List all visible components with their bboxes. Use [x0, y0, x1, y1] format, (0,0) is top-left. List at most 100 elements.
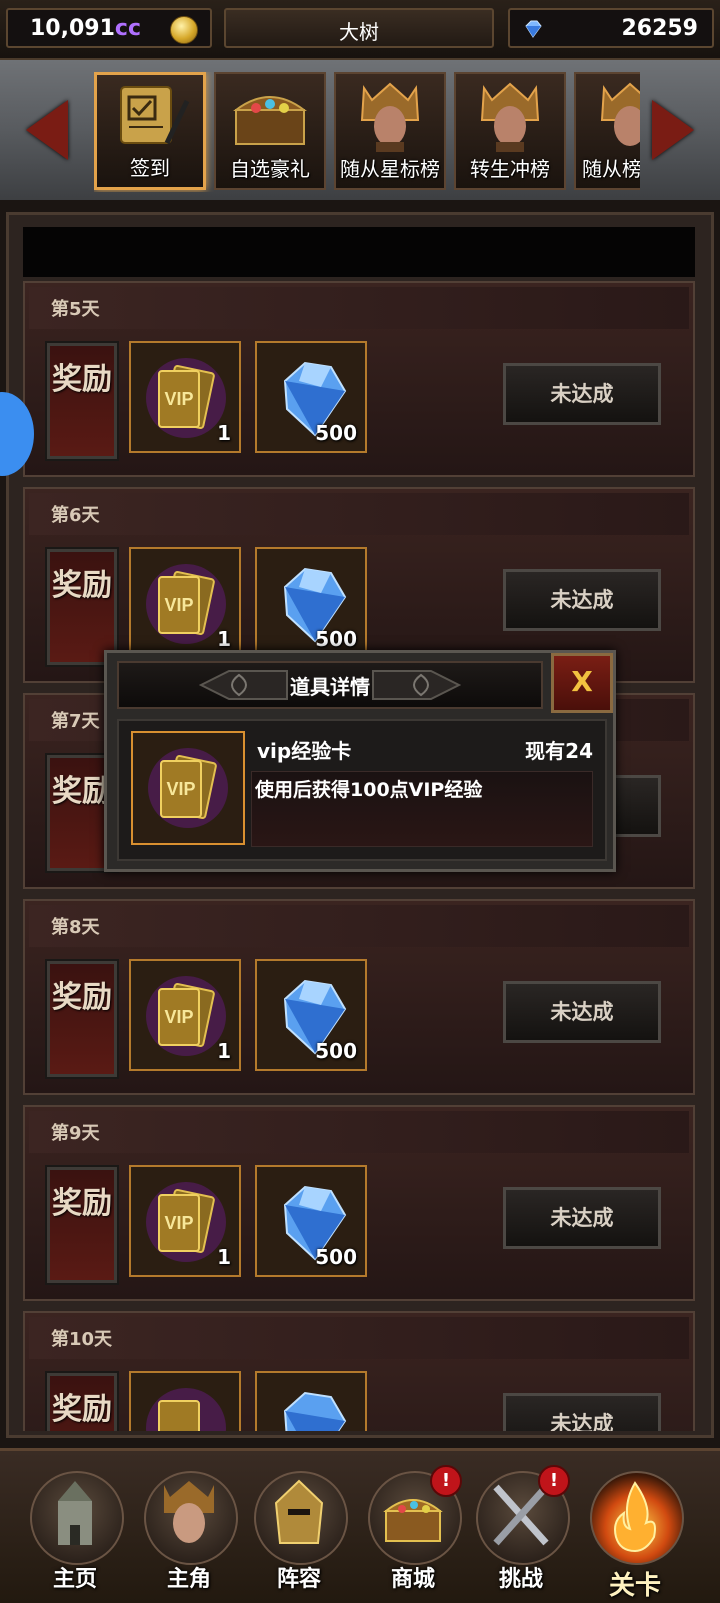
claim-status-button[interactable]: 未达成 — [503, 363, 661, 425]
list-item: 第5天 奖励 VIP 1 500 未达成 — [23, 281, 695, 477]
scroll-left-arrow-icon[interactable] — [26, 100, 68, 160]
hero-portrait-icon — [164, 1481, 214, 1543]
popup-title: 道具详情 — [290, 675, 370, 699]
claim-status-button[interactable]: 未达成 — [503, 1187, 661, 1249]
activity-tab-strip: 签到 自选豪礼 随从星标榜 转生冲榜 随从榜 — [0, 60, 720, 200]
tab-follower-rank[interactable]: 随从榜 — [574, 72, 640, 190]
svg-text:VIP: VIP — [164, 595, 193, 615]
svg-text:VIP: VIP — [164, 389, 193, 409]
alert-badge-icon: ! — [538, 1465, 570, 1497]
diamond-slot[interactable]: 500 — [255, 341, 367, 453]
reward-badge: 奖励 — [45, 547, 119, 667]
reward-badge: 奖励 — [45, 1165, 119, 1285]
warrior-portrait-icon — [360, 82, 420, 152]
nav-lineup[interactable]: 阵容 — [250, 1465, 348, 1595]
diamond-slot[interactable]: 500 — [255, 1165, 367, 1277]
reward-badge: 奖励 — [45, 959, 119, 1079]
nav-hero[interactable]: 主角 — [140, 1465, 238, 1595]
day-label: 第10天 — [51, 1329, 113, 1350]
item-count: 1 — [217, 1245, 231, 1269]
owned-count: 现有24 — [525, 739, 593, 763]
item-count: 500 — [315, 421, 357, 445]
claim-status-button[interactable]: 未达成 — [503, 1393, 661, 1431]
item-count: 1 — [217, 1039, 231, 1063]
activity-tabs: 签到 自选豪礼 随从星标榜 转生冲榜 随从榜 — [94, 72, 640, 192]
item-count: 500 — [315, 1039, 357, 1063]
day-label: 第8天 — [51, 917, 100, 938]
nav-shop[interactable]: ! 商城 — [364, 1465, 462, 1595]
day-label: 第9天 — [51, 1123, 100, 1144]
gold-coin-icon — [170, 16, 198, 44]
row-title-bar — [29, 287, 689, 329]
vip-card-slot[interactable]: VIP 1 — [129, 1165, 241, 1277]
reward-badge: 奖励 — [45, 1371, 119, 1431]
treasure-chest-icon — [233, 96, 307, 145]
server-name: 大树 — [339, 20, 379, 44]
vip-card-slot[interactable]: VIP 1 — [129, 341, 241, 453]
warrior-portrait-icon — [480, 82, 540, 152]
panel-header-bar — [23, 227, 695, 277]
item-description: 使用后获得100点VIP经验 — [255, 779, 483, 801]
nav-challenge[interactable]: ! 挑战 — [472, 1465, 570, 1595]
claim-status-button[interactable]: 未达成 — [503, 569, 661, 631]
alert-badge-icon: ! — [430, 1465, 462, 1497]
gold-amount: 10,091cc — [30, 16, 141, 41]
item-count: 500 — [315, 627, 357, 651]
list-item: 第9天 奖励 VIP 1 500 未达成 — [23, 1105, 695, 1301]
tab-label: 签到 — [130, 156, 170, 180]
claim-status-button[interactable]: 未达成 — [503, 981, 661, 1043]
tab-label: 自选豪礼 — [230, 157, 310, 181]
row-title-bar — [29, 1317, 689, 1359]
item-count: 1 — [217, 421, 231, 445]
svg-text:VIP: VIP — [166, 779, 195, 799]
nav-label: 商城 — [390, 1567, 435, 1592]
list-item: 第8天 奖励 VIP 1 500 未达成 — [23, 899, 695, 1095]
nav-label: 主角 — [166, 1567, 211, 1592]
nav-label: 主页 — [52, 1567, 97, 1592]
day-label: 第6天 — [51, 505, 100, 526]
diamond-slot[interactable]: 500 — [255, 547, 367, 659]
castle-icon — [58, 1481, 92, 1545]
row-title-bar — [29, 1111, 689, 1153]
item-count: 500 — [315, 1245, 357, 1269]
item-count: 1 — [217, 627, 231, 651]
tab-follower-star-rank[interactable]: 随从星标榜 — [334, 72, 446, 190]
diamond-slot[interactable]: 500 — [255, 959, 367, 1071]
row-title-bar — [29, 493, 689, 535]
warrior-portrait-icon — [600, 82, 640, 146]
diamond-slot[interactable]: 500 — [255, 1371, 367, 1431]
svg-text:VIP: VIP — [164, 1007, 193, 1027]
vip-card-icon — [146, 1388, 226, 1431]
tab-label: 随从星标榜 — [340, 157, 440, 181]
day-label: 第7天 — [51, 711, 100, 732]
flame-icon — [614, 1481, 656, 1553]
row-title-bar — [29, 905, 689, 947]
reward-badge: 奖励 — [45, 341, 119, 461]
scroll-right-arrow-icon[interactable] — [652, 100, 694, 160]
server-name-box: 大树 — [224, 8, 494, 48]
close-icon: X — [571, 665, 593, 698]
scroll-quill-icon — [120, 86, 190, 145]
tab-rebirth-rank[interactable]: 转生冲榜 — [454, 72, 566, 190]
nav-label: 挑战 — [498, 1567, 543, 1592]
tab-gift-select[interactable]: 自选豪礼 — [214, 72, 326, 190]
nav-stage[interactable]: 关卡 — [586, 1465, 684, 1601]
popup-body: VIP vip经验卡 现有24 使用后获得100点VIP经验 — [117, 719, 607, 861]
diamond-amount: 26259 — [621, 16, 698, 41]
close-button[interactable]: X — [551, 653, 613, 713]
gold-currency-box: 10,091cc — [6, 8, 212, 48]
tab-label: 随从榜 — [582, 157, 640, 181]
nav-home[interactable]: 主页 — [26, 1465, 124, 1595]
vip-card-slot[interactable]: VIP 1 — [129, 547, 241, 659]
list-item: 第10天 奖励 1 500 未达成 — [23, 1311, 695, 1431]
tab-sign-in[interactable]: 签到 — [94, 72, 206, 190]
vip-card-slot[interactable]: VIP 1 — [129, 959, 241, 1071]
diamond-icon — [283, 1391, 347, 1431]
diamond-currency-box: 26259 — [508, 8, 714, 48]
detail-item-slot: VIP — [131, 731, 245, 845]
vip-card-slot[interactable]: 1 — [129, 1371, 241, 1431]
item-name: vip经验卡 — [257, 739, 352, 763]
vip-card-icon: VIP — [148, 748, 228, 828]
knight-helmet-icon — [274, 1479, 324, 1544]
diamond-icon — [525, 20, 542, 38]
